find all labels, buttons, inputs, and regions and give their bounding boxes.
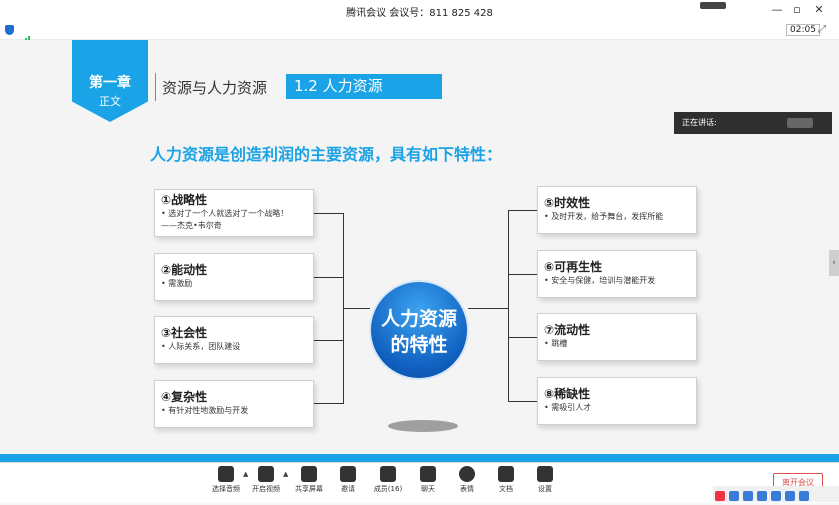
share-screen-icon — [301, 466, 317, 482]
invite-icon — [340, 466, 356, 482]
subsection-tag: 1.2 人力资源 — [286, 74, 442, 99]
document-label: 文档 — [499, 485, 513, 493]
chat-button[interactable]: 聊天 — [408, 466, 448, 494]
connector-line — [508, 274, 537, 275]
trait-box-timely: ⑤时效性 • 及时开发，给予舞台，发挥所能 — [537, 186, 697, 234]
invite-label: 邀请 — [341, 485, 355, 493]
video-button[interactable]: 开启视频 — [246, 466, 286, 494]
emoji-button[interactable]: 表情 — [447, 466, 487, 494]
meeting-timer: 02:05 — [786, 24, 820, 36]
center-line-1: 人力资源 — [380, 308, 457, 330]
trait-detail: • 有针对性地激励与开发 — [161, 406, 249, 415]
video-label: 开启视频 — [252, 485, 280, 493]
trait-detail: • 及时开发，给予舞台，发挥所能 — [544, 212, 664, 221]
camera-off-icon — [258, 466, 274, 482]
fullscreen-icon[interactable]: ⤢ — [818, 24, 826, 35]
trait-box-renewable: ⑥可再生性 • 安全与保健，培训与潜能开发 — [537, 250, 697, 298]
ime-icon[interactable] — [771, 491, 781, 501]
document-button[interactable]: 文档 — [486, 466, 526, 494]
title-bar: 腾讯会议 会议号：811 825 428 — ▫ ✕ — [0, 0, 839, 23]
chat-label: 聊天 — [421, 485, 435, 493]
chat-icon — [420, 466, 436, 482]
chapter-subtitle: 正文 — [99, 95, 121, 108]
emoji-icon — [459, 466, 475, 482]
minimize-button[interactable]: — — [770, 3, 784, 16]
members-label: 成员(16) — [373, 485, 403, 493]
connector-line — [508, 210, 509, 402]
center-line-2: 的特性 — [390, 334, 448, 356]
audio-button[interactable]: 选择音频 — [206, 466, 246, 494]
invite-button[interactable]: 邀请 — [328, 466, 368, 494]
headset-icon — [218, 466, 234, 482]
ime-icon[interactable] — [715, 491, 725, 501]
ime-icon[interactable] — [743, 491, 753, 501]
trait-detail: • 跳槽 — [544, 339, 568, 348]
settings-label: 设置 — [538, 485, 552, 493]
trait-box-complex: ④复杂性 • 有针对性地激励与开发 — [154, 380, 314, 428]
connector-line — [314, 277, 344, 278]
speaking-label: 正在讲话: — [682, 118, 717, 127]
ime-toolbar[interactable] — [713, 486, 839, 502]
section-title: 资源与人力资源 — [162, 79, 268, 97]
share-screen-button[interactable]: 共享屏幕 — [289, 466, 329, 494]
trait-title: ⑧稀缺性 — [544, 387, 591, 401]
settings-icon — [537, 466, 553, 482]
slide-bottom-stripe — [0, 454, 839, 462]
connector-line — [343, 308, 370, 309]
trait-box-strategic: ①战略性 • 选对了一个人就选对了一个战略！ ——杰克•韦尔奇 — [154, 189, 314, 237]
meeting-status-bar: 02:05 ⤢ — [0, 22, 839, 45]
center-circle: 人力资源 的特性 — [369, 280, 469, 380]
document-icon — [498, 466, 514, 482]
trait-title: ④复杂性 — [161, 390, 208, 404]
shared-slide: 第一章 正文 资源与人力资源 1.2 人力资源 人力资源是创造利润的主要资源，具… — [0, 40, 839, 462]
trait-detail: • 需吸引人才 — [544, 403, 592, 412]
ime-icon[interactable] — [757, 491, 767, 501]
speaker-avatar — [787, 118, 813, 128]
members-button[interactable]: 成员(16) — [368, 466, 408, 494]
connector-line — [314, 403, 344, 404]
trait-detail: • 选对了一个人就选对了一个战略！ — [161, 209, 289, 218]
connector-line — [314, 340, 344, 341]
title-divider — [155, 73, 156, 101]
connector-line — [314, 213, 344, 214]
circle-shadow — [388, 420, 458, 432]
trait-box-dynamic: ②能动性 • 需激励 — [154, 253, 314, 301]
ime-icon[interactable] — [785, 491, 795, 501]
trait-box-scarce: ⑧稀缺性 • 需吸引人才 — [537, 377, 697, 425]
security-shield-icon[interactable] — [5, 25, 14, 35]
connector-line — [508, 337, 537, 338]
trait-detail: • 安全与保健，培训与潜能开发 — [544, 276, 656, 285]
trait-detail: • 需激励 — [161, 279, 193, 288]
trait-title: ⑤时效性 — [544, 196, 591, 210]
trait-title: ①战略性 — [161, 193, 208, 207]
network-signal-icon — [700, 2, 726, 9]
trait-detail: ——杰克•韦尔奇 — [161, 221, 222, 230]
audio-label: 选择音频 — [212, 485, 240, 493]
chapter-title: 第一章 — [89, 75, 131, 91]
share-screen-label: 共享屏幕 — [295, 485, 323, 493]
slide-headline: 人力资源是创造利润的主要资源，具有如下特性： — [150, 145, 503, 164]
video-options-caret[interactable]: ▲ — [283, 470, 288, 478]
connector-line — [508, 210, 537, 211]
trait-title: ②能动性 — [161, 263, 208, 277]
restore-button[interactable]: ▫ — [790, 3, 804, 16]
trait-title: ③社会性 — [161, 326, 208, 340]
trait-box-social: ③社会性 • 人际关系，团队建设 — [154, 316, 314, 364]
trait-detail: • 人际关系，团队建设 — [161, 342, 241, 351]
trait-box-mobile: ⑦流动性 • 跳槽 — [537, 313, 697, 361]
emoji-label: 表情 — [460, 485, 474, 493]
ime-icon[interactable] — [799, 491, 809, 501]
trait-title: ⑥可再生性 — [544, 260, 603, 274]
speaking-indicator: 正在讲话: — [674, 112, 832, 134]
connector-line — [508, 401, 537, 402]
connector-line — [468, 308, 509, 309]
ime-icon[interactable] — [729, 491, 739, 501]
settings-button[interactable]: 设置 — [525, 466, 565, 494]
close-button[interactable]: ✕ — [812, 3, 826, 16]
trait-title: ⑦流动性 — [544, 323, 591, 337]
side-panel-toggle[interactable]: ‹ — [829, 250, 839, 276]
members-icon — [380, 466, 396, 482]
